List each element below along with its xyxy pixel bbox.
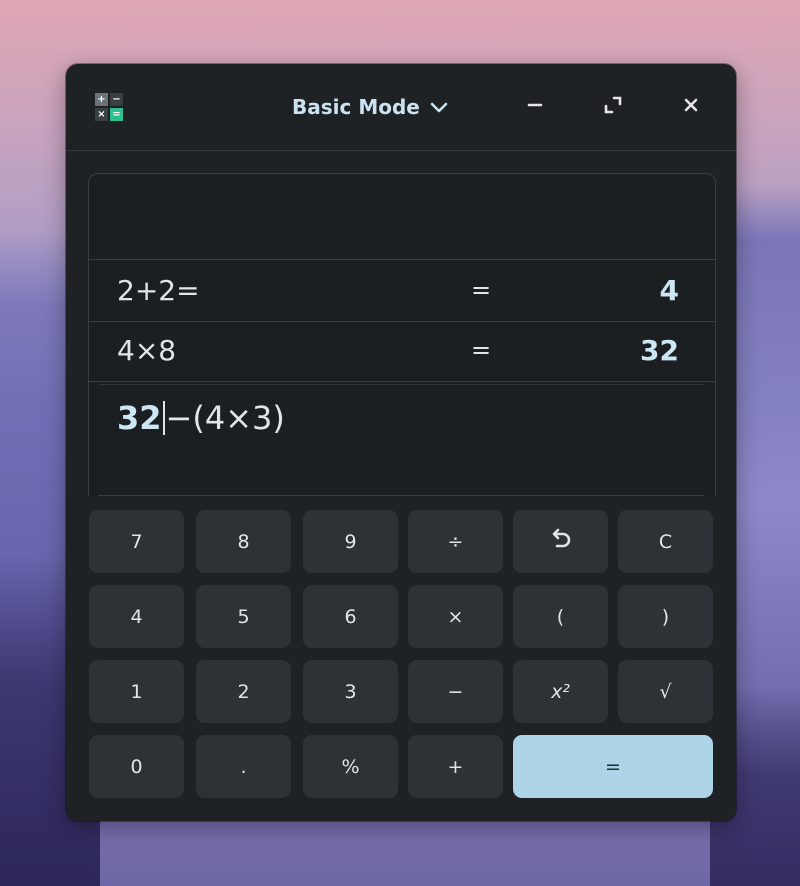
chevron-down-icon: [430, 95, 448, 119]
calculator-display: 2+2= = 4 4×8 = 32 32 −(4×3): [88, 173, 716, 496]
close-button[interactable]: [671, 88, 711, 126]
key-equals[interactable]: =: [513, 735, 713, 798]
expression-rest: −(4×3): [165, 399, 285, 437]
key-3[interactable]: 3: [303, 660, 398, 723]
history-row[interactable]: 4×8 = 32: [89, 320, 715, 382]
key-multiply[interactable]: ×: [408, 585, 503, 648]
key-divide[interactable]: ÷: [408, 510, 503, 573]
maximize-icon: [604, 96, 622, 118]
minimize-icon: [527, 97, 543, 117]
key-square[interactable]: x²: [513, 660, 608, 723]
history-expression: 4×8: [117, 334, 177, 367]
key-open-paren[interactable]: (: [513, 585, 608, 648]
undo-button[interactable]: [513, 510, 608, 573]
history-row[interactable]: 2+2= = 4: [89, 259, 715, 322]
calculator-app-icon: + − × =: [95, 93, 123, 121]
history-equals: =: [471, 336, 492, 364]
expression-bold-part: 32: [117, 399, 162, 437]
key-percent[interactable]: %: [303, 735, 398, 798]
display-divider: [98, 495, 704, 496]
calculator-window: + − × = Basic Mode 2+2= = 4 4×8 = 32 32 …: [66, 64, 736, 821]
key-2[interactable]: 2: [196, 660, 291, 723]
history-equals: =: [471, 276, 492, 304]
key-0[interactable]: 0: [89, 735, 184, 798]
titlebar: + − × = Basic Mode: [66, 64, 736, 151]
key-add[interactable]: +: [408, 735, 503, 798]
history-expression: 2+2=: [117, 274, 200, 307]
key-sqrt[interactable]: √: [618, 660, 713, 723]
key-decimal[interactable]: .: [196, 735, 291, 798]
key-7[interactable]: 7: [89, 510, 184, 573]
key-subtract[interactable]: −: [408, 660, 503, 723]
close-icon: [683, 97, 699, 117]
text-cursor: [162, 401, 165, 435]
mode-label: Basic Mode: [292, 95, 420, 119]
undo-icon: [549, 528, 573, 555]
history-result: 32: [640, 334, 679, 367]
key-1[interactable]: 1: [89, 660, 184, 723]
key-8[interactable]: 8: [196, 510, 291, 573]
maximize-button[interactable]: [593, 88, 633, 126]
key-5[interactable]: 5: [196, 585, 291, 648]
history-result: 4: [659, 274, 679, 307]
key-4[interactable]: 4: [89, 585, 184, 648]
mode-selector-button[interactable]: Basic Mode: [282, 88, 458, 126]
key-close-paren[interactable]: ): [618, 585, 713, 648]
expression-input[interactable]: 32 −(4×3): [99, 384, 703, 457]
key-6[interactable]: 6: [303, 585, 398, 648]
expression-text: 32 −(4×3): [117, 399, 285, 437]
key-9[interactable]: 9: [303, 510, 398, 573]
key-clear[interactable]: C: [618, 510, 713, 573]
minimize-button[interactable]: [515, 88, 555, 126]
